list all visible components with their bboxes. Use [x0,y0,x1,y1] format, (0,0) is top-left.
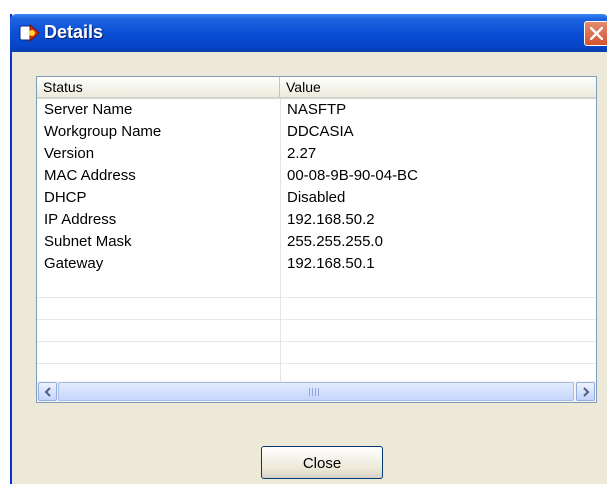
column-header-value[interactable]: Value [280,77,596,97]
row-value: 00-08-9B-90-04-BC [287,167,418,184]
row-value: DDCASIA [287,123,354,140]
row-status: MAC Address [44,167,136,184]
column-divider [280,99,281,381]
horizontal-scrollbar[interactable] [37,381,596,402]
column-header-status[interactable]: Status [37,77,280,97]
row-status: DHCP [44,189,87,206]
row-status: IP Address [44,211,117,228]
list-row[interactable]: Server Name NASFTP [37,99,596,121]
row-value: 2.27 [287,145,317,162]
details-dialog: Details Status Value Server Name NASFTP … [10,14,607,484]
list-row[interactable]: Gateway 192.168.50.1 [37,253,596,275]
row-status: Workgroup Name [44,123,162,140]
row-value: NASFTP [287,101,347,118]
grip-icon [309,388,321,396]
list-header: Status Value [37,77,596,99]
details-listview[interactable]: Status Value Server Name NASFTP Workgrou… [36,76,597,403]
chevron-left-icon [44,387,51,397]
grid-line [37,297,596,298]
row-status: Gateway [44,255,104,272]
grid-line [37,319,596,320]
app-icon [19,23,41,43]
list-row[interactable]: Subnet Mask 255.255.255.0 [37,231,596,253]
scroll-thumb[interactable] [58,382,574,401]
list-row[interactable]: IP Address 192.168.50.2 [37,209,596,231]
scroll-left-button[interactable] [38,382,57,401]
row-value: 192.168.50.2 [287,211,375,228]
list-row[interactable]: Version 2.27 [37,143,596,165]
close-button[interactable]: Close [261,446,383,479]
title-bar[interactable]: Details [10,14,607,52]
window-close-button[interactable] [584,21,607,46]
list-row[interactable]: MAC Address 00-08-9B-90-04-BC [37,165,596,187]
close-x-icon [590,27,603,40]
list-row[interactable]: DHCP Disabled [37,187,596,209]
row-status: Server Name [44,101,133,118]
row-value: Disabled [287,189,346,206]
row-value: 255.255.255.0 [287,233,383,250]
list-rows: Server Name NASFTP Workgroup Name DDCASI… [37,99,596,275]
row-status: Subnet Mask [44,233,132,250]
row-status: Version [44,145,95,162]
window-title: Details [44,22,104,42]
grid-line [37,363,596,364]
row-value: 192.168.50.1 [287,255,375,272]
list-row[interactable]: Workgroup Name DDCASIA [37,121,596,143]
scroll-right-button[interactable] [576,382,595,401]
grid-line [37,341,596,342]
chevron-right-icon [583,387,590,397]
